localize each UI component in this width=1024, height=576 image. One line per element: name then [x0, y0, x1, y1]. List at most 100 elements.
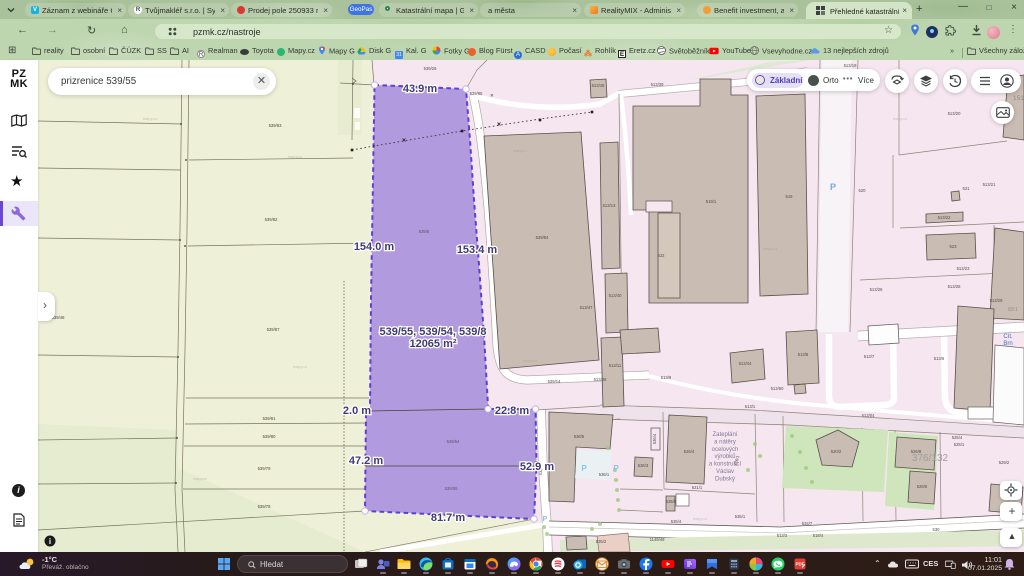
- svg-text:P: P: [581, 464, 587, 473]
- svg-text:151/: 151/: [1013, 95, 1024, 102]
- svg-text:513/9: 513/9: [661, 375, 672, 380]
- svg-text:P: P: [543, 516, 548, 523]
- svg-text:522: 522: [658, 253, 666, 258]
- svg-text:539/55, 539/54, 539/8: 539/55, 539/54, 539/8: [379, 326, 486, 338]
- svg-text:539/55: 539/55: [445, 486, 458, 491]
- svg-text:535/8: 535/8: [666, 499, 677, 504]
- svg-text:513/11: 513/11: [609, 363, 622, 368]
- svg-text:513/20: 513/20: [948, 111, 961, 116]
- svg-text:519/1: 519/1: [706, 199, 717, 204]
- svg-text:513/39: 513/39: [651, 82, 664, 87]
- svg-text:530: 530: [933, 527, 941, 532]
- svg-text:154.0 m: 154.0 m: [354, 241, 395, 253]
- svg-text:513/47: 513/47: [580, 305, 593, 310]
- svg-text:i: i: [49, 537, 51, 546]
- svg-text:539/8: 539/8: [419, 229, 430, 234]
- svg-text:2.0 m: 2.0 m: [343, 405, 371, 417]
- svg-text:81.7 m: 81.7 m: [431, 512, 465, 524]
- svg-text:Brn: Brn: [1003, 341, 1012, 347]
- svg-text:539/87: 539/87: [267, 327, 280, 332]
- svg-text:513/26: 513/26: [870, 287, 883, 292]
- svg-text:534/7: 534/7: [802, 521, 813, 526]
- svg-text:mapy.cz: mapy.cz: [288, 154, 303, 159]
- svg-text:513/50: 513/50: [771, 386, 784, 391]
- svg-text:539/54: 539/54: [447, 439, 460, 444]
- svg-text:mapy.cz: mapy.cz: [293, 364, 308, 369]
- svg-text:513/22: 513/22: [938, 215, 951, 220]
- svg-text:525/4: 525/4: [952, 435, 963, 440]
- svg-text:513/1: 513/1: [745, 404, 756, 409]
- svg-text:513/29: 513/29: [990, 298, 1003, 303]
- svg-text:52.9 m: 52.9 m: [520, 461, 554, 473]
- svg-text:523: 523: [950, 244, 958, 249]
- svg-text:výrobků: výrobků: [714, 453, 735, 460]
- svg-text:12065 m²: 12065 m²: [409, 338, 456, 350]
- svg-text:539/14: 539/14: [548, 379, 561, 384]
- svg-text:513/6: 513/6: [934, 356, 945, 361]
- svg-text:43.9 m: 43.9 m: [403, 83, 437, 95]
- svg-text:539/26: 539/26: [424, 66, 437, 71]
- svg-text:526/4: 526/4: [684, 449, 695, 454]
- svg-text:Dubský: Dubský: [715, 476, 735, 482]
- svg-text:mapy.cz: mapy.cz: [143, 116, 158, 121]
- svg-text:376/132: 376/132: [912, 453, 949, 464]
- svg-text:P: P: [613, 464, 619, 473]
- svg-text:mapy.cz: mapy.cz: [763, 246, 778, 251]
- svg-text:✕: ✕: [490, 93, 494, 98]
- svg-text:521: 521: [963, 186, 971, 191]
- svg-text:513/40: 513/40: [609, 293, 622, 298]
- svg-text:539/78: 539/78: [258, 504, 271, 509]
- svg-text:ocelových: ocelových: [712, 447, 739, 453]
- svg-text:mapy.cz: mapy.cz: [513, 148, 528, 153]
- svg-text:22.8 m: 22.8 m: [495, 405, 529, 417]
- svg-text:536/5: 536/5: [574, 434, 585, 439]
- svg-text:513/8: 513/8: [798, 352, 809, 357]
- svg-text:539/82: 539/82: [265, 217, 278, 222]
- svg-text:1149/49: 1149/49: [650, 537, 665, 542]
- svg-text:mapy.cz: mapy.cz: [523, 358, 538, 363]
- svg-text:Václav: Václav: [716, 469, 734, 475]
- svg-text:525/1: 525/1: [954, 442, 965, 447]
- svg-text:519: 519: [786, 194, 794, 199]
- svg-text:520: 520: [859, 188, 867, 193]
- svg-text:513/45: 513/45: [592, 83, 605, 88]
- svg-text:Zateplání: Zateplání: [712, 432, 737, 438]
- svg-text:520/2: 520/2: [831, 449, 842, 454]
- svg-text:mapy.cz: mapy.cz: [893, 116, 908, 121]
- svg-text:536/4: 536/4: [652, 433, 657, 444]
- svg-text:513/3: 513/3: [777, 533, 788, 538]
- svg-text:513/21: 513/21: [983, 182, 996, 187]
- svg-text:P: P: [830, 182, 836, 192]
- svg-text:535/1: 535/1: [735, 514, 746, 519]
- svg-text:mapy.cz: mapy.cz: [193, 476, 208, 481]
- svg-text:a konstrukcí: a konstrukcí: [709, 462, 742, 468]
- svg-text:513/46: 513/46: [594, 377, 607, 382]
- svg-text:521/1: 521/1: [692, 485, 703, 490]
- svg-text:539/85: 539/85: [470, 91, 483, 96]
- svg-text:513/04: 513/04: [862, 413, 875, 418]
- svg-text:539/79: 539/79: [258, 466, 271, 471]
- svg-text:47.2 m: 47.2 m: [349, 455, 383, 467]
- svg-text:535/4: 535/4: [671, 519, 682, 524]
- svg-text:513/28: 513/28: [948, 284, 961, 289]
- svg-text:83:1: 83:1: [1008, 307, 1018, 313]
- svg-text:513/7: 513/7: [864, 354, 875, 359]
- svg-text:529/2: 529/2: [999, 460, 1010, 465]
- svg-text:536/3: 536/3: [638, 463, 649, 468]
- svg-text:mapy.cz: mapy.cz: [693, 516, 708, 521]
- svg-text:536/1: 536/1: [599, 472, 610, 477]
- svg-text:153.4 m: 153.4 m: [457, 244, 498, 256]
- svg-text:526/6: 526/6: [917, 484, 928, 489]
- svg-text:513/44: 513/44: [739, 361, 752, 366]
- svg-text:539/84: 539/84: [536, 235, 549, 240]
- svg-text:518/4: 518/4: [813, 533, 824, 538]
- svg-text:513/19: 513/19: [844, 63, 857, 68]
- svg-text:539/83: 539/83: [269, 123, 282, 128]
- svg-text:Cít.: Cít.: [1003, 334, 1013, 340]
- svg-text:535/2: 535/2: [596, 539, 607, 544]
- svg-text:a nátěry: a nátěry: [714, 439, 736, 445]
- svg-text:513/23: 513/23: [957, 266, 970, 271]
- svg-text:539/80: 539/80: [263, 434, 276, 439]
- svg-text:513/13: 513/13: [603, 203, 616, 208]
- svg-text:539/81: 539/81: [263, 416, 276, 421]
